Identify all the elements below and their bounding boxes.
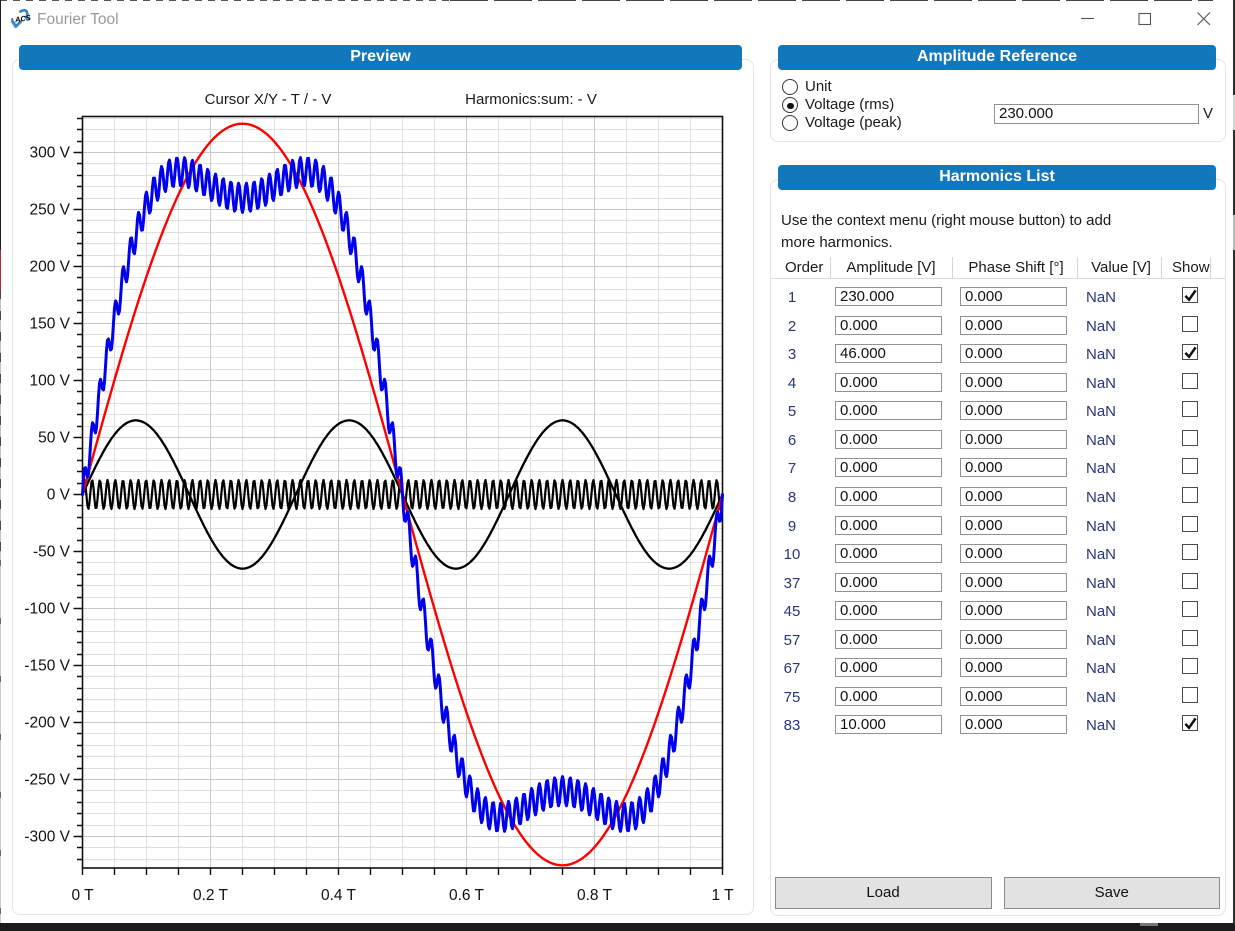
svg-text:-100 V: -100 V <box>24 601 70 618</box>
svg-text:0 T: 0 T <box>71 887 94 904</box>
svg-text:0.6 T: 0.6 T <box>449 887 485 904</box>
svg-text:50 V: 50 V <box>38 430 71 447</box>
svg-text:-150 V: -150 V <box>24 658 70 675</box>
svg-text:1 T: 1 T <box>711 887 734 904</box>
svg-text:0 V: 0 V <box>47 487 71 504</box>
svg-text:150 V: 150 V <box>29 316 70 333</box>
svg-text:0.8 T: 0.8 T <box>577 887 613 904</box>
svg-text:300 V: 300 V <box>29 145 70 162</box>
svg-text:-200 V: -200 V <box>24 715 70 732</box>
svg-text:250 V: 250 V <box>29 202 70 219</box>
svg-text:200 V: 200 V <box>29 259 70 276</box>
svg-text:0.2 T: 0.2 T <box>193 887 229 904</box>
svg-text:-50 V: -50 V <box>33 544 71 561</box>
svg-text:0.4 T: 0.4 T <box>321 887 357 904</box>
svg-text:-250 V: -250 V <box>24 772 70 789</box>
svg-text:-300 V: -300 V <box>24 829 70 846</box>
svg-text:100 V: 100 V <box>29 373 70 390</box>
